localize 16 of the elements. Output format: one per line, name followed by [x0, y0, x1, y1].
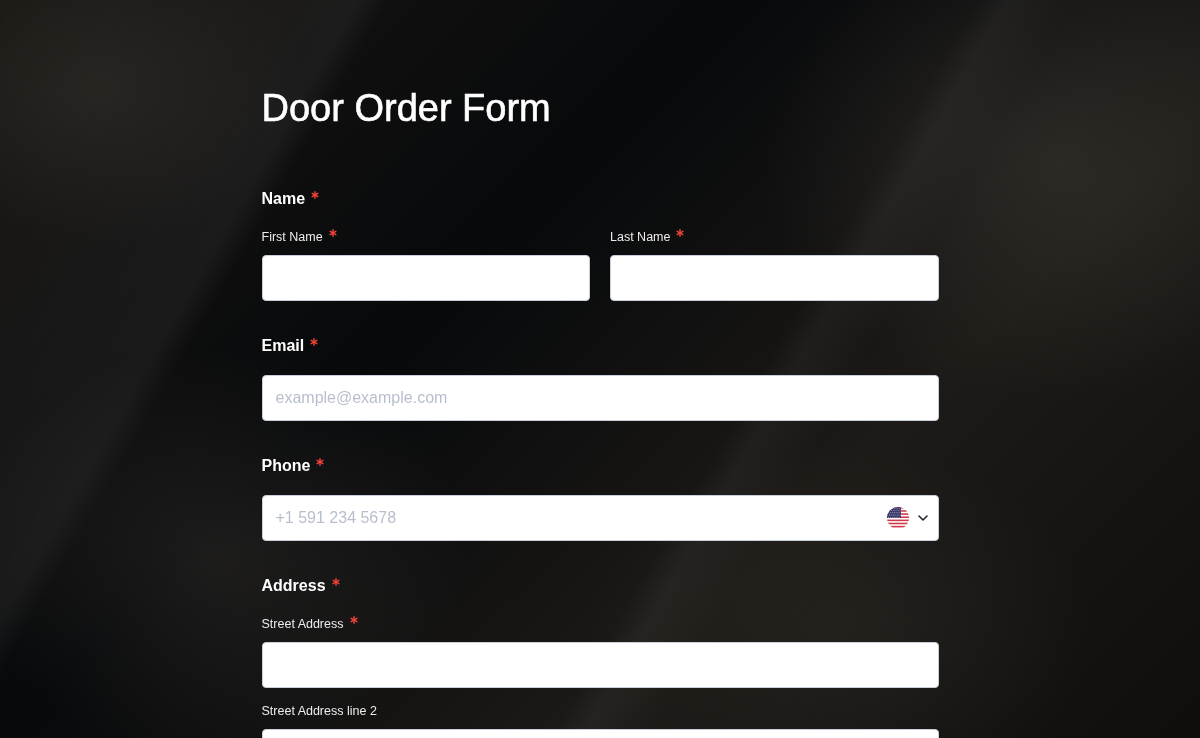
text-input[interactable] — [610, 255, 939, 301]
field-label: Street Address — [261, 616, 344, 632]
form-title: Door Order Form — [261, 86, 552, 130]
section-label: Phone — [261, 456, 311, 476]
field-label: Last Name — [610, 229, 671, 245]
section-label: Email — [261, 336, 305, 356]
chevron-down-icon — [917, 515, 928, 521]
field-label: Street Address line 2 — [261, 703, 377, 719]
section-label: Address — [261, 576, 326, 596]
text-input[interactable] — [261, 642, 939, 688]
text-input[interactable] — [261, 255, 590, 301]
phone-input[interactable]: +1 591 234 5678 — [261, 495, 939, 541]
country-select-button[interactable] — [886, 507, 928, 529]
section-label: Name — [261, 189, 306, 209]
email-input[interactable]: example@example.com — [261, 375, 939, 421]
field-label: First Name — [261, 229, 323, 245]
